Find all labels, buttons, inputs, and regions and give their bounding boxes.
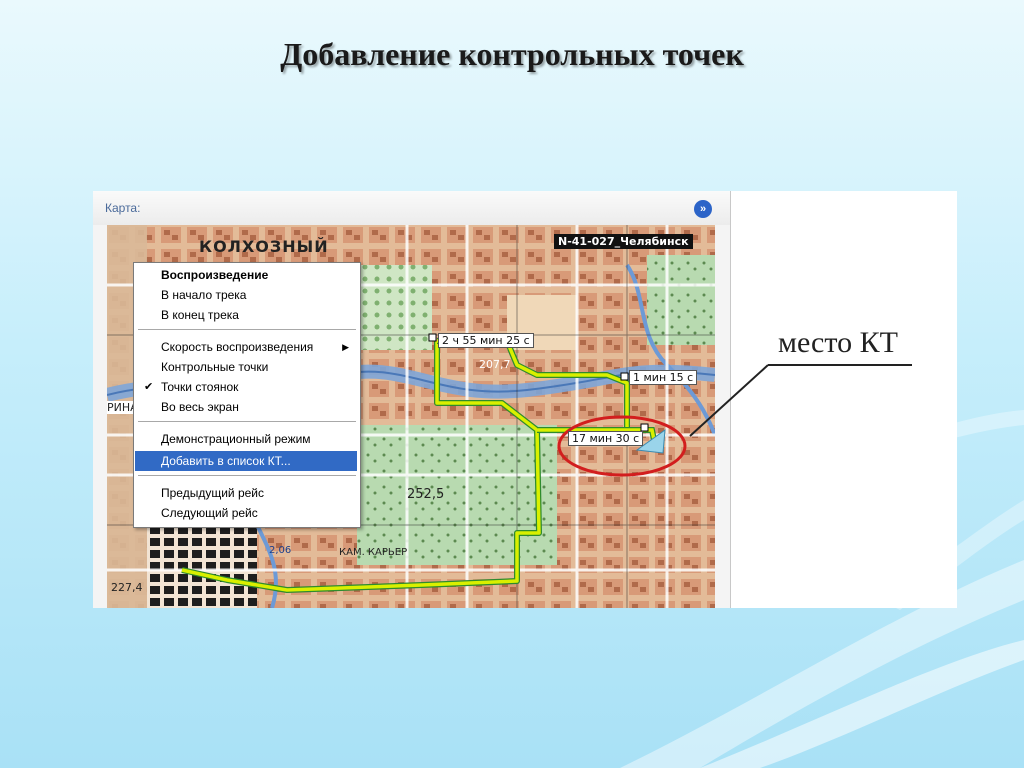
double-chevron-right-icon[interactable]: »	[694, 200, 712, 218]
track-time-label: 2 ч 55 мин 25 с	[438, 333, 534, 348]
menu-separator	[138, 329, 356, 331]
map-label-quarry: КАМ. КАРЬЕР	[339, 547, 408, 558]
map-label-height-227: 227,4	[111, 581, 143, 594]
track-time-label: 1 мин 15 с	[629, 370, 698, 385]
menu-item-add-checkpoint[interactable]: Добавить в список КТ...	[135, 451, 357, 471]
menu-item-stop-points[interactable]: ✔ Точки стоянок	[135, 377, 357, 397]
track-point-marker	[428, 333, 437, 342]
menu-item-demo-mode[interactable]: Демонстрационный режим	[135, 429, 357, 449]
menu-separator	[138, 475, 356, 477]
menu-item-fullscreen[interactable]: Во весь экран	[135, 397, 357, 417]
map-panel-title: Карта:	[105, 201, 141, 215]
callout-label: место КТ	[778, 326, 898, 359]
menu-item-next-trip[interactable]: Следующий рейс	[135, 503, 357, 523]
menu-item-checkpoints[interactable]: Контрольные точки	[135, 357, 357, 377]
map-label-height-207: 207,7	[479, 358, 511, 371]
menu-item-track-end[interactable]: В конец трека	[135, 305, 357, 325]
map-panel-header: Карта: »	[93, 191, 730, 225]
menu-item-previous-trip[interactable]: Предыдущий рейс	[135, 483, 357, 503]
track-point-marker	[640, 423, 649, 432]
menu-item-playback-speed[interactable]: Скорость воспроизведения ▶	[135, 337, 357, 357]
map-sheet-label: N-41-027_Челябинск	[554, 234, 693, 249]
map-label-kolkhozny: КОЛХОЗНЫЙ	[199, 237, 329, 256]
slide-title: Добавление контрольных точек	[280, 36, 744, 72]
menu-item-playback[interactable]: Воспроизведение	[135, 265, 357, 285]
menu-item-track-start[interactable]: В начало трека	[135, 285, 357, 305]
checkmark-icon: ✔	[144, 381, 154, 393]
context-menu: Воспроизведение В начало трека В конец т…	[133, 262, 361, 528]
submenu-arrow-icon: ▶	[342, 342, 349, 352]
map-label-206: 2,06	[269, 545, 292, 556]
menu-separator	[138, 421, 356, 423]
map-label-height: 252,5	[407, 487, 445, 502]
track-point-marker	[620, 372, 629, 381]
track-time-label: 17 мин 30 с	[568, 431, 644, 446]
